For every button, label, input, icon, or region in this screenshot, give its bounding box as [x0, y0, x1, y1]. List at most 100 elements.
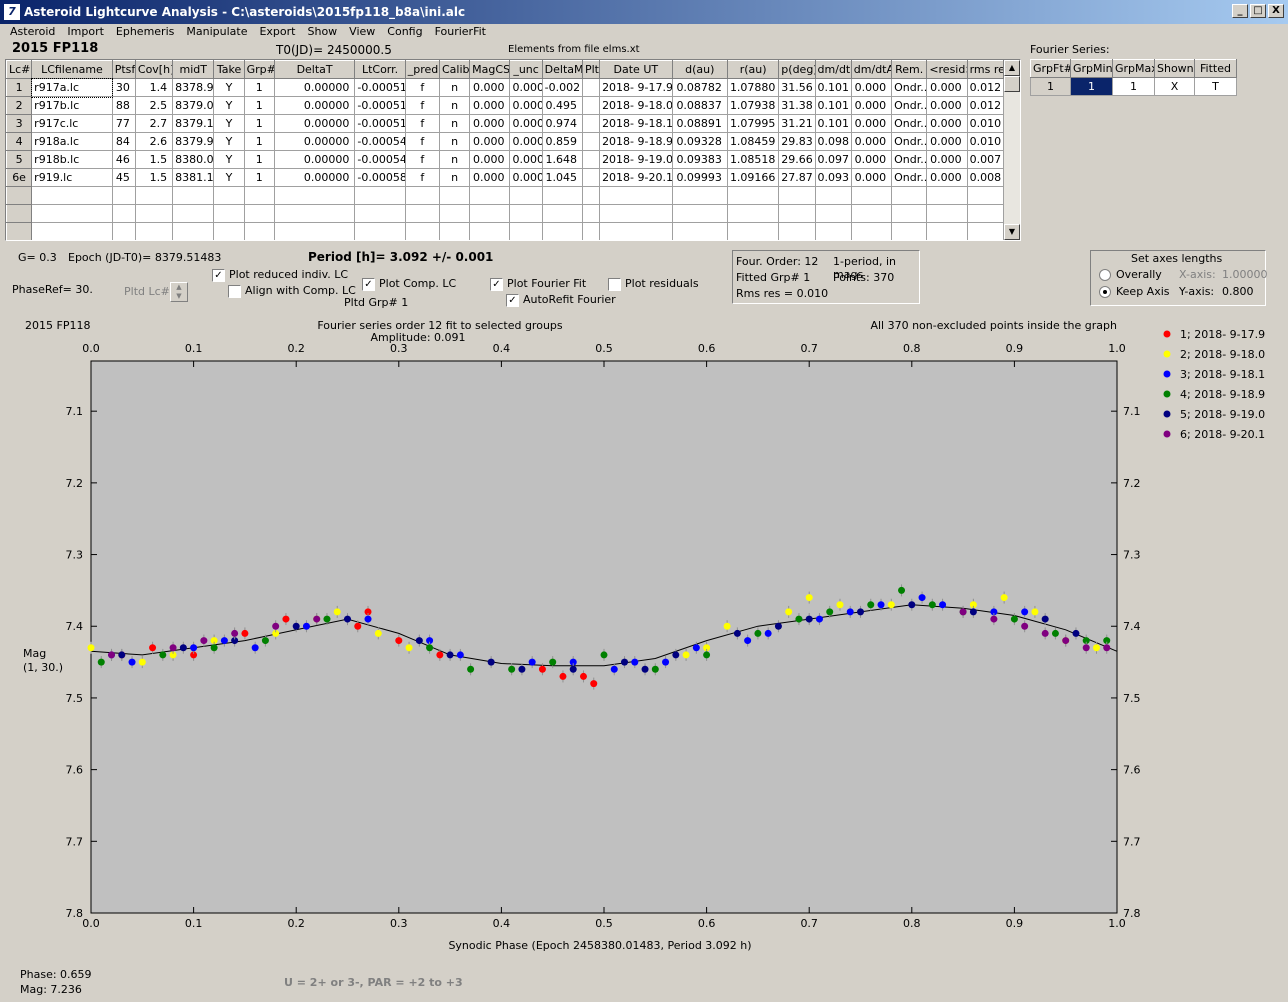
table-cell[interactable]: -0.00058	[354, 168, 406, 187]
table-cell[interactable]	[581, 114, 601, 133]
table-cell[interactable]: 0.08891	[671, 114, 728, 133]
table-cell[interactable]: -0.00051	[354, 78, 406, 97]
table-cell[interactable]	[726, 204, 780, 223]
row-number[interactable]	[6, 204, 33, 223]
table-cell[interactable]: 8378.9	[172, 78, 215, 97]
column-header[interactable]: _pred.	[404, 60, 440, 79]
table-cell[interactable]: 30	[111, 78, 136, 97]
table-cell[interactable]	[581, 78, 601, 97]
menu-fourierfit[interactable]: FourierFit	[429, 24, 492, 40]
table-cell[interactable]	[726, 222, 780, 240]
table-cell[interactable]: Ondr...	[891, 114, 928, 133]
table-cell[interactable]: 0.09328	[671, 132, 728, 151]
table-row[interactable]: 5 r918b.lc 46 1.5 8380.0 Y 1 0.00000 -0.00054 f n 0…	[6, 150, 1005, 169]
column-header[interactable]: Date UT	[599, 60, 673, 79]
table-cell[interactable]: 0.000	[509, 132, 543, 151]
column-header[interactable]: midT	[172, 60, 215, 79]
table-cell[interactable]	[111, 204, 136, 223]
table-cell[interactable]: Y	[213, 114, 245, 133]
table-cell[interactable]	[354, 186, 406, 205]
table-cell[interactable]: f	[404, 114, 440, 133]
table-cell[interactable]: 0.007	[966, 150, 1005, 169]
fourier-col-shown[interactable]: Shown	[1154, 59, 1195, 78]
table-cell[interactable]: 1	[243, 114, 275, 133]
table-cell[interactable]: 1.045	[541, 168, 583, 187]
table-row[interactable]: 4 r918a.lc 84 2.6 8379.9 Y 1 0.00000 -0.00054 f n 0…	[6, 132, 1005, 151]
menu-import[interactable]: Import	[61, 24, 110, 40]
table-cell[interactable]	[111, 186, 136, 205]
row-number[interactable]: 3	[6, 114, 33, 133]
table-cell[interactable]	[966, 204, 1005, 223]
table-cell[interactable]	[438, 222, 471, 240]
table-cell[interactable]: 8379.9	[172, 132, 215, 151]
table-cell[interactable]: 0.000	[926, 168, 968, 187]
table-cell[interactable]	[273, 222, 356, 240]
scroll-up-icon[interactable]: ▲	[1004, 60, 1020, 76]
column-header[interactable]: DeltaT	[273, 60, 356, 79]
table-cell[interactable]: f	[404, 132, 440, 151]
table-cell[interactable]	[172, 204, 215, 223]
table-cell[interactable]: 1.07880	[726, 78, 780, 97]
table-cell[interactable]: 0.974	[541, 114, 583, 133]
table-cell[interactable]	[581, 204, 601, 223]
table-cell[interactable]: Y	[213, 168, 245, 187]
table-row[interactable]: 6e r919.lc 45 1.5 8381.1 Y 1 0.00000 -0.00058 f n 0…	[6, 168, 1005, 187]
table-cell[interactable]	[404, 204, 440, 223]
table-cell[interactable]	[814, 222, 852, 240]
table-cell[interactable]	[850, 186, 893, 205]
table-cell[interactable]: n	[438, 168, 471, 187]
table-cell[interactable]: 1	[243, 150, 275, 169]
table-cell[interactable]: 0.101	[814, 114, 852, 133]
table-cell[interactable]: f	[404, 168, 440, 187]
table-cell[interactable]	[111, 222, 136, 240]
table-cell[interactable]	[671, 222, 728, 240]
fourier-col-grpmin[interactable]: GrpMin	[1070, 59, 1113, 78]
table-cell[interactable]: 1.08518	[726, 150, 780, 169]
table-cell[interactable]: 0.000	[926, 150, 968, 169]
table-cell[interactable]	[581, 186, 601, 205]
column-header[interactable]: dm/dt	[814, 60, 852, 79]
plot-residuals-checkbox[interactable]: Plot residuals	[608, 277, 699, 291]
table-cell[interactable]	[243, 222, 275, 240]
table-cell[interactable]	[966, 222, 1005, 240]
table-cell[interactable]: Ondr...	[891, 150, 928, 169]
table-cell[interactable]: 31.21	[778, 114, 816, 133]
table-cell[interactable]	[273, 204, 356, 223]
table-cell[interactable]: 0.000	[850, 132, 893, 151]
table-cell[interactable]	[581, 222, 601, 240]
table-cell[interactable]	[438, 186, 471, 205]
table-cell[interactable]	[213, 186, 245, 205]
table-cell[interactable]: 84	[111, 132, 136, 151]
table-cell[interactable]	[354, 222, 406, 240]
table-cell[interactable]: 0.495	[541, 96, 583, 115]
table-cell[interactable]: Y	[213, 150, 245, 169]
table-cell[interactable]: 0.098	[814, 132, 852, 151]
table-cell[interactable]: 2.5	[134, 96, 174, 115]
plot-fourier-checkbox[interactable]: ✓ Plot Fourier Fit	[490, 277, 586, 291]
table-cell[interactable]: 27.87	[778, 168, 816, 187]
table-cell[interactable]	[404, 222, 440, 240]
table-cell[interactable]: 1.08459	[726, 132, 780, 151]
plot-comp-checkbox[interactable]: ✓ Plot Comp. LC	[362, 277, 456, 291]
table-cell[interactable]: 2.6	[134, 132, 174, 151]
table-cell[interactable]: 2018- 9-19.0	[599, 150, 673, 169]
table-cell[interactable]	[581, 132, 601, 151]
table-cell[interactable]: 0.000	[850, 150, 893, 169]
row-number[interactable]: 5	[6, 150, 33, 169]
table-cell[interactable]	[891, 204, 928, 223]
table-cell[interactable]: 0.859	[541, 132, 583, 151]
table-cell[interactable]	[850, 222, 893, 240]
row-number[interactable]	[6, 186, 33, 205]
table-cell[interactable]: 0.010	[966, 114, 1005, 133]
maximize-button[interactable]: □	[1250, 4, 1266, 18]
table-cell[interactable]	[599, 204, 673, 223]
table-cell[interactable]: 77	[111, 114, 136, 133]
plot-reduced-checkbox[interactable]: ✓ Plot reduced indiv. LC	[212, 268, 348, 282]
table-cell[interactable]	[31, 222, 113, 240]
table-cell[interactable]	[581, 168, 601, 187]
column-header[interactable]: Rem.	[891, 60, 928, 79]
table-cell[interactable]: Y	[213, 132, 245, 151]
table-cell[interactable]: 0.000	[469, 150, 511, 169]
table-cell[interactable]: 0.00000	[273, 168, 356, 187]
table-cell[interactable]: Ondr...	[891, 78, 928, 97]
